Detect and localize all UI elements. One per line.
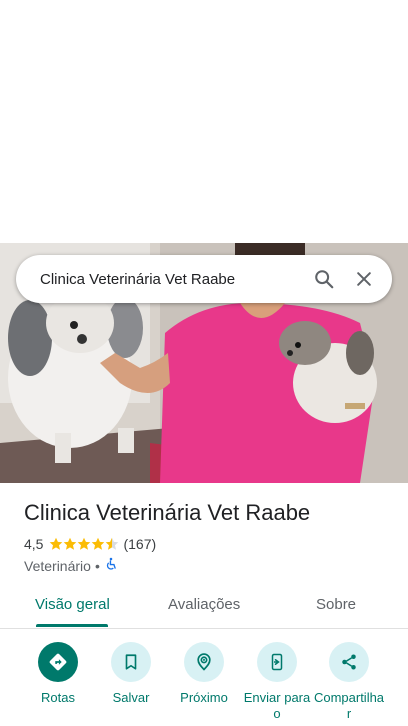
star-icon — [50, 537, 63, 550]
search-input[interactable]: Clinica Veterinária Vet Raabe — [40, 271, 304, 288]
send-to-phone-icon[interactable] — [257, 642, 297, 682]
separator: • — [94, 557, 100, 574]
tab-avaliacoes[interactable]: Avaliações — [168, 596, 240, 613]
nearby-label: Próximo — [180, 690, 228, 705]
active-tab-indicator — [36, 624, 108, 627]
star-rating — [49, 537, 119, 551]
search-bar[interactable]: Clinica Veterinária Vet Raabe — [16, 255, 392, 303]
nearby-button[interactable]: Próximo — [168, 642, 240, 706]
directions-icon[interactable] — [38, 642, 78, 682]
share-button[interactable]: Compartilhar — [313, 642, 385, 722]
send-to-phone-label: Enviar para o — [243, 690, 311, 721]
bookmark-icon[interactable] — [111, 642, 151, 682]
share-label: Compartilhar — [313, 690, 385, 721]
place-title: Clinica Veterinária Vet Raabe — [24, 500, 311, 525]
directions-label: Rotas — [41, 690, 75, 705]
close-icon[interactable] — [344, 259, 384, 299]
blank-map-area — [0, 0, 408, 243]
star-icon — [92, 537, 105, 550]
tab-bar: Visão geral Avaliações Sobre — [0, 586, 408, 629]
search-icon[interactable] — [304, 259, 344, 299]
tab-visao-geral[interactable]: Visão geral — [35, 596, 110, 613]
half-star-icon — [106, 537, 119, 550]
share-icon[interactable] — [329, 642, 369, 682]
category-label: Veterinário — [24, 557, 91, 574]
send-to-phone-button[interactable]: Enviar para o — [241, 642, 313, 722]
review-count[interactable]: (167) — [123, 536, 156, 552]
tab-sobre[interactable]: Sobre — [316, 596, 356, 613]
rating-value: 4,5 — [24, 536, 44, 552]
star-icon — [78, 537, 91, 550]
wheelchair-accessible-icon — [104, 557, 118, 574]
directions-button[interactable]: Rotas — [22, 642, 94, 706]
category-row: Veterinário • — [24, 557, 118, 574]
save-button[interactable]: Salvar — [95, 642, 167, 706]
nearby-icon[interactable] — [184, 642, 224, 682]
rating-row[interactable]: 4,5 (167) — [24, 536, 156, 552]
star-icon — [64, 537, 77, 550]
save-label: Salvar — [112, 690, 150, 705]
